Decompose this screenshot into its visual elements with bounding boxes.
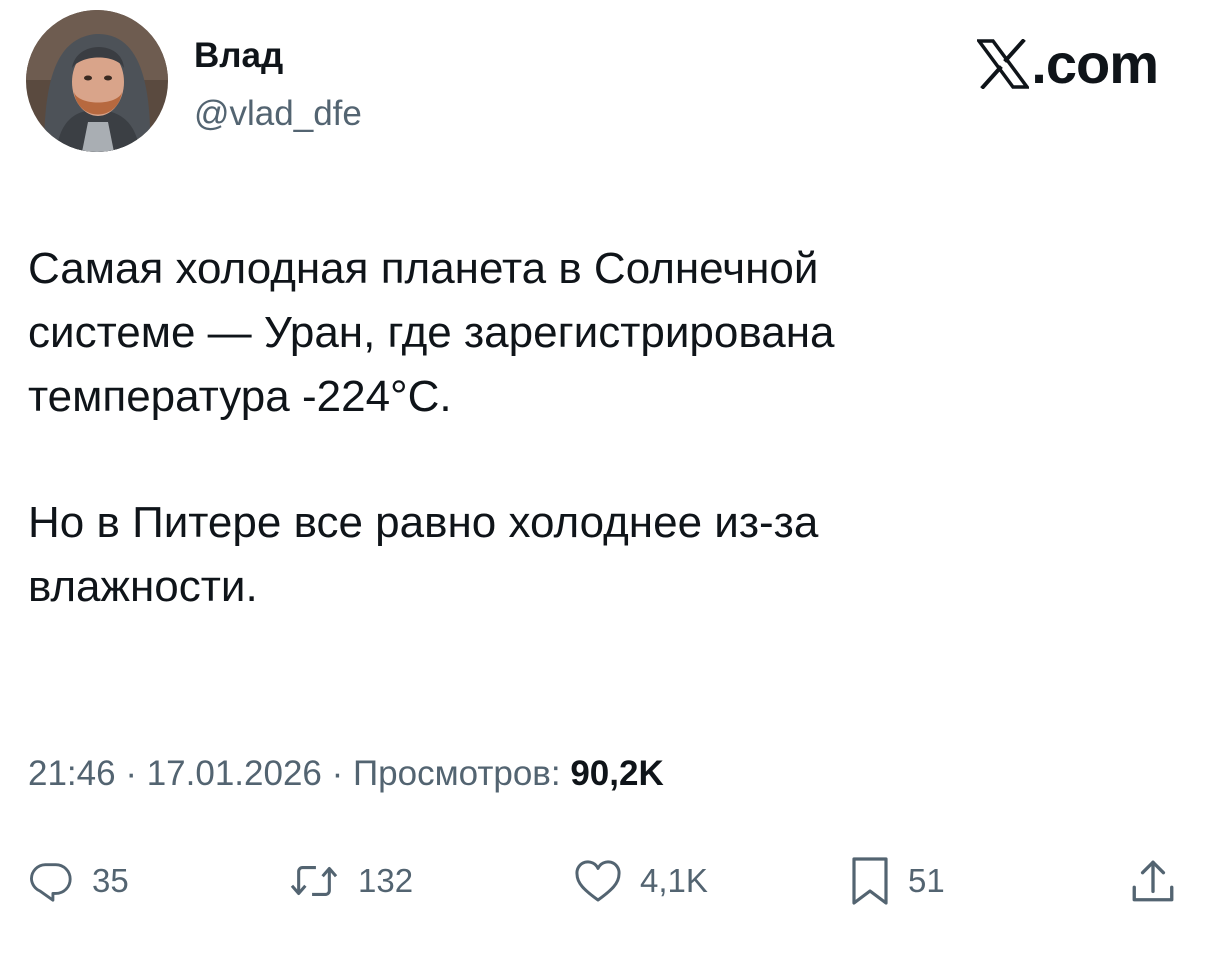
like-button[interactable]: 4,1K (574, 852, 708, 910)
tweet-body: Самая холодная планета в Солнечной систе… (28, 237, 1168, 619)
meta-separator: · (115, 754, 147, 793)
brand-logo: .com (977, 32, 1159, 95)
brand-domain-text: .com (1031, 32, 1159, 95)
bookmark-button[interactable]: 51 (850, 852, 945, 910)
author-display-name[interactable]: Влад (194, 34, 283, 78)
views-label: Просмотров: (352, 754, 571, 793)
x-logo-icon (977, 39, 1030, 89)
tweet-time[interactable]: 21:46 (28, 754, 116, 793)
tweet-paragraph: Самая холодная планета в Солнечной систе… (28, 244, 835, 421)
share-icon (1132, 860, 1174, 902)
heart-icon (575, 860, 621, 902)
views-count: 90,2K (570, 754, 664, 793)
meta-separator: · (321, 754, 353, 793)
retweet-count: 132 (358, 862, 414, 899)
author-avatar[interactable] (26, 10, 168, 152)
avatar-photo (26, 10, 168, 152)
share-button[interactable] (1130, 852, 1176, 910)
bookmark-count: 51 (908, 862, 945, 899)
retweet-icon (290, 866, 338, 896)
reply-count: 35 (92, 862, 129, 899)
like-count: 4,1K (640, 862, 708, 899)
tweet-date[interactable]: 17.01.2026 (147, 754, 322, 793)
reply-button[interactable]: 35 (28, 852, 129, 910)
bookmark-icon (852, 857, 888, 905)
author-handle[interactable]: @vlad_dfe (194, 92, 362, 136)
retweet-button[interactable]: 132 (288, 852, 413, 910)
tweet-paragraph: Но в Питере все равно холоднее из-за вла… (28, 498, 819, 611)
tweet-actions-bar: 35 132 4,1K 51 (28, 852, 1176, 910)
reply-icon (30, 863, 72, 902)
tweet-meta: 21:46 · 17.01.2026 · Просмотров: 90,2K (28, 752, 664, 796)
